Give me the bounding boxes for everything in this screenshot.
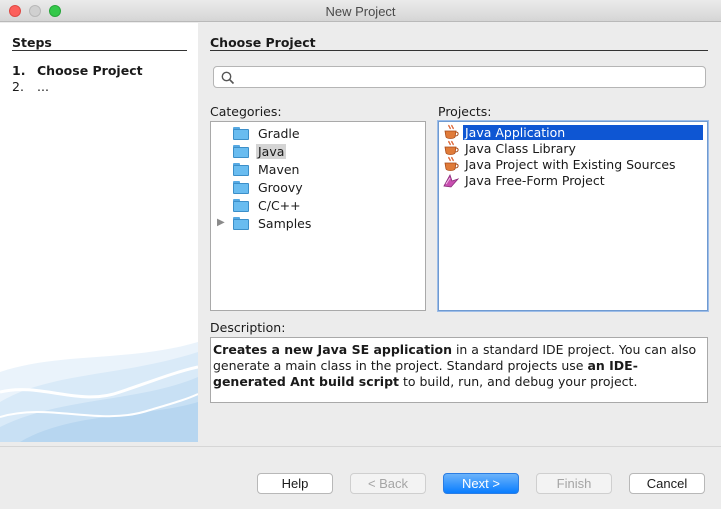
projects-list[interactable]: Java Application Java Class Library Java…	[438, 121, 708, 311]
category-label: Gradle	[258, 126, 300, 141]
java-cup-icon	[444, 156, 459, 171]
folder-icon	[233, 217, 249, 230]
folder-icon	[233, 145, 249, 158]
project-item-java-free-form[interactable]: Java Free-Form Project	[439, 172, 707, 188]
category-label: Maven	[258, 162, 300, 177]
category-label: C/C++	[258, 198, 301, 213]
java-cup-icon	[444, 140, 459, 155]
window-title: New Project	[325, 4, 396, 19]
project-item-java-existing-sources[interactable]: Java Project with Existing Sources	[439, 156, 707, 172]
free-form-project-icon	[443, 174, 459, 188]
description-body: to build, run, and debug your project.	[399, 374, 638, 389]
search-input[interactable]	[213, 66, 706, 88]
category-label: Samples	[258, 216, 312, 231]
category-item-samples[interactable]: ▶ Samples	[211, 214, 425, 232]
project-label: Java Free-Form Project	[465, 173, 605, 188]
expand-arrow-icon[interactable]: ▶	[217, 217, 225, 228]
title-bar: New Project	[0, 0, 721, 22]
steps-divider	[12, 50, 187, 51]
category-item-maven[interactable]: Maven	[211, 160, 425, 178]
footer-divider	[0, 446, 721, 447]
title-divider	[210, 50, 708, 51]
category-item-cpp[interactable]: C/C++	[211, 196, 425, 214]
steps-panel: Steps 1. Choose Project 2....	[0, 23, 198, 442]
description-highlight: Creates a new Java SE application	[213, 342, 452, 357]
cancel-button[interactable]: Cancel	[629, 473, 705, 494]
decorative-swoosh-graphic	[0, 342, 198, 442]
folder-icon	[233, 127, 249, 140]
step-label: Choose Project	[37, 63, 143, 78]
step-label: ...	[37, 79, 49, 94]
project-label: Java Class Library	[465, 141, 576, 156]
page-title: Choose Project	[210, 35, 316, 50]
help-button[interactable]: Help	[257, 473, 333, 494]
project-item-java-application[interactable]: Java Application	[439, 124, 707, 140]
search-icon	[221, 71, 235, 85]
project-item-java-class-library[interactable]: Java Class Library	[439, 140, 707, 156]
steps-heading: Steps	[12, 35, 52, 50]
java-cup-icon	[444, 124, 459, 139]
description-text: Creates a new Java SE application in a s…	[210, 337, 708, 403]
step-item: 1. Choose Project	[12, 63, 143, 78]
step-number: 2.	[12, 79, 24, 94]
category-item-java[interactable]: Java	[211, 142, 425, 160]
categories-label: Categories:	[210, 104, 282, 119]
category-label: Groovy	[258, 180, 303, 195]
step-number: 1.	[12, 63, 26, 78]
next-button[interactable]: Next >	[443, 473, 519, 494]
category-item-groovy[interactable]: Groovy	[211, 178, 425, 196]
category-item-gradle[interactable]: Gradle	[211, 124, 425, 142]
back-button[interactable]: < Back	[350, 473, 426, 494]
folder-icon	[233, 181, 249, 194]
category-label: Java	[256, 144, 287, 159]
project-label: Java Application	[463, 125, 703, 140]
finish-button[interactable]: Finish	[536, 473, 612, 494]
folder-icon	[233, 199, 249, 212]
project-label: Java Project with Existing Sources	[465, 157, 676, 172]
folder-icon	[233, 163, 249, 176]
step-item: 2....	[12, 79, 49, 94]
projects-label: Projects:	[438, 104, 492, 119]
categories-list[interactable]: Gradle Java Maven Groovy C/C++ ▶ Samples	[210, 121, 426, 311]
description-label: Description:	[210, 320, 286, 335]
